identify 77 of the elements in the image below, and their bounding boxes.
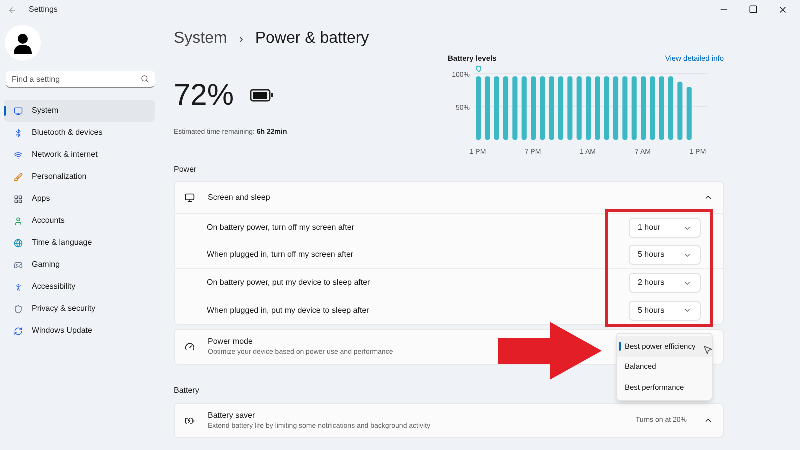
battery-bar — [632, 76, 637, 140]
battery-bar — [686, 87, 692, 140]
battery-bar — [604, 76, 610, 140]
time-dropdown[interactable]: 1 hour — [629, 218, 701, 238]
shield-icon — [14, 304, 23, 314]
time-dropdown[interactable]: 2 hours — [629, 273, 701, 293]
battery-bar — [659, 76, 664, 140]
sidebar-item[interactable]: Personalization — [4, 166, 155, 188]
card-title: Screen and sleep — [208, 192, 270, 204]
battery-bar — [568, 76, 573, 140]
sidebar-item[interactable]: Windows Update — [4, 320, 155, 342]
selection-indicator — [619, 342, 621, 351]
update-icon — [14, 326, 23, 336]
sidebar-item[interactable]: Gaming — [4, 254, 155, 276]
sidebar-item[interactable]: Time & language — [4, 232, 155, 254]
battery-bar — [522, 76, 527, 140]
battery-bar — [549, 76, 554, 140]
maximize-icon[interactable] — [749, 5, 758, 14]
brush-icon — [14, 172, 23, 182]
close-icon[interactable] — [778, 5, 788, 15]
breadcrumb-separator: › — [239, 31, 244, 48]
section-heading: Battery — [174, 385, 200, 398]
battery-bar — [668, 76, 674, 140]
battery-bar — [678, 82, 683, 140]
setting-label: When plugged in, turn off my screen after — [207, 249, 354, 261]
setting-label: On battery power, put my device to sleep after — [207, 277, 370, 289]
page-title: Power & battery — [255, 29, 370, 49]
gauge-icon — [185, 342, 195, 352]
bluetooth-icon — [14, 128, 23, 138]
mouse-cursor-icon — [703, 345, 713, 355]
battery-bar — [540, 76, 546, 140]
search-field[interactable]: Find a setting — [6, 71, 155, 88]
selection-indicator — [4, 106, 6, 116]
sidebar-item[interactable]: Apps — [4, 188, 155, 210]
battery-bar — [494, 76, 500, 140]
battery-bar — [485, 76, 490, 140]
monitor-icon — [185, 192, 195, 203]
time-dropdown[interactable]: 5 hours — [629, 300, 701, 320]
sidebar-item[interactable]: Bluetooth & devices — [4, 122, 155, 144]
wifi-icon — [14, 150, 23, 160]
battery-percentage: 72% — [174, 78, 234, 114]
monitor-icon — [14, 106, 23, 116]
card-title: Power mode — [208, 336, 254, 348]
accessibility-icon — [14, 282, 23, 292]
setting-label: When plugged in, put my device to sleep after — [207, 304, 370, 316]
battery-bar — [650, 76, 656, 140]
battery-bar — [595, 76, 600, 140]
plug-marker-icon — [476, 66, 482, 73]
apps-grid-icon — [14, 194, 23, 204]
battery-bar — [558, 76, 564, 140]
battery-bar — [504, 76, 509, 140]
chevron-down-icon — [683, 306, 692, 315]
setting-label: On battery power, turn off my screen after — [207, 222, 354, 234]
breadcrumb-parent[interactable]: System — [174, 27, 228, 51]
person-icon — [14, 216, 23, 226]
battery-bar — [641, 76, 646, 140]
sidebar-item[interactable]: System — [4, 100, 155, 122]
card-title: Battery saver — [208, 410, 256, 422]
battery-bar — [576, 76, 582, 140]
battery-bar — [614, 76, 619, 140]
battery-bar — [531, 76, 536, 140]
person-silhouette-icon — [12, 32, 34, 54]
battery-bar — [622, 76, 628, 140]
battery-bar — [586, 76, 592, 140]
globe-icon — [14, 238, 23, 248]
sidebar-item[interactable]: Privacy & security — [4, 298, 155, 320]
window-title: Settings — [29, 4, 58, 16]
time-dropdown[interactable]: 5 hours — [629, 245, 701, 265]
battery-bar — [476, 76, 482, 140]
section-heading: Power — [174, 164, 197, 176]
search-icon — [141, 75, 149, 83]
sidebar-item[interactable]: Network & internet — [4, 144, 155, 166]
sidebar-item[interactable]: Accounts — [4, 210, 155, 232]
battery-icon — [250, 89, 274, 102]
gamepad-icon — [14, 260, 23, 270]
sidebar-item[interactable]: Accessibility — [4, 276, 155, 298]
battery-bar — [512, 76, 518, 140]
